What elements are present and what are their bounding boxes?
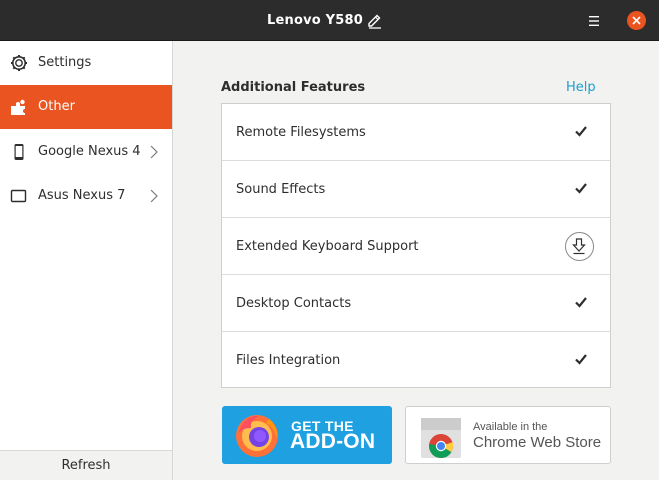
window-title-area: Lenovo Y580 [0,0,659,41]
sidebar-item-label: Other [38,99,75,114]
pencil-icon [368,14,381,29]
chrome-web-store-icon [421,418,461,459]
feature-name: Sound Effects [236,182,326,197]
feature-row-files-integration: Files Integration [222,332,610,389]
feature-row-desktop-contacts: Desktop Contacts [222,275,610,332]
feature-name: Remote Filesystems [236,125,366,140]
install-feature-button[interactable] [565,232,594,261]
chevron-right-icon [150,189,158,203]
chrome-web-store-badge[interactable]: Available in the Chrome Web Store [405,406,611,464]
menu-button[interactable] [584,11,604,31]
sidebar-item-asus-nexus-7[interactable]: Asus Nexus 7 [0,174,172,218]
firefox-badge-line2: ADD-ON [290,430,376,453]
chevron-right-icon [150,145,158,159]
header-bar: Lenovo Y580 [0,0,659,41]
sidebar-item-label: Google Nexus 4 [38,144,141,159]
checkmark-icon [575,297,587,308]
sidebar: Settings Other Google Nexus 4 Asus Nexus… [0,41,173,480]
feature-row-remote-filesystems: Remote Filesystems [222,104,610,161]
checkmark-icon [575,126,587,137]
sidebar-item-label: Settings [38,55,92,70]
features-list: Remote Filesystems Sound Effects Extende… [221,103,611,388]
feature-row-sound-effects: Sound Effects [222,161,610,218]
hamburger-menu-icon [589,16,599,26]
feature-row-extended-keyboard-support: Extended Keyboard Support [222,218,610,275]
feature-name: Desktop Contacts [236,296,352,311]
refresh-button[interactable]: Refresh [0,450,172,480]
checkmark-icon [575,354,587,365]
puzzle-icon [11,99,25,115]
firefox-logo-icon [236,415,278,457]
phone-icon [14,144,24,160]
feature-name: Extended Keyboard Support [236,239,419,254]
device-name-title: Lenovo Y580 [267,13,363,28]
download-icon [572,238,586,255]
feature-name: Files Integration [236,353,341,368]
sidebar-item-other[interactable]: Other [0,85,172,129]
close-button[interactable] [627,11,646,30]
sidebar-item-settings[interactable]: Settings [0,41,172,85]
firefox-addon-badge[interactable]: GET THE ADD-ON [222,406,392,464]
section-title: Additional Features [221,80,366,95]
sidebar-item-google-nexus-4[interactable]: Google Nexus 4 [0,130,172,174]
gear-icon [11,55,27,71]
chrome-badge-line2: Chrome Web Store [473,434,602,451]
sidebar-item-label: Asus Nexus 7 [38,188,126,203]
checkmark-icon [575,183,587,194]
close-icon [632,16,641,25]
rename-device-button[interactable] [366,12,384,30]
help-link[interactable]: Help [566,80,596,95]
tablet-icon [10,189,27,203]
chrome-badge-line1: Available in the [473,421,548,433]
